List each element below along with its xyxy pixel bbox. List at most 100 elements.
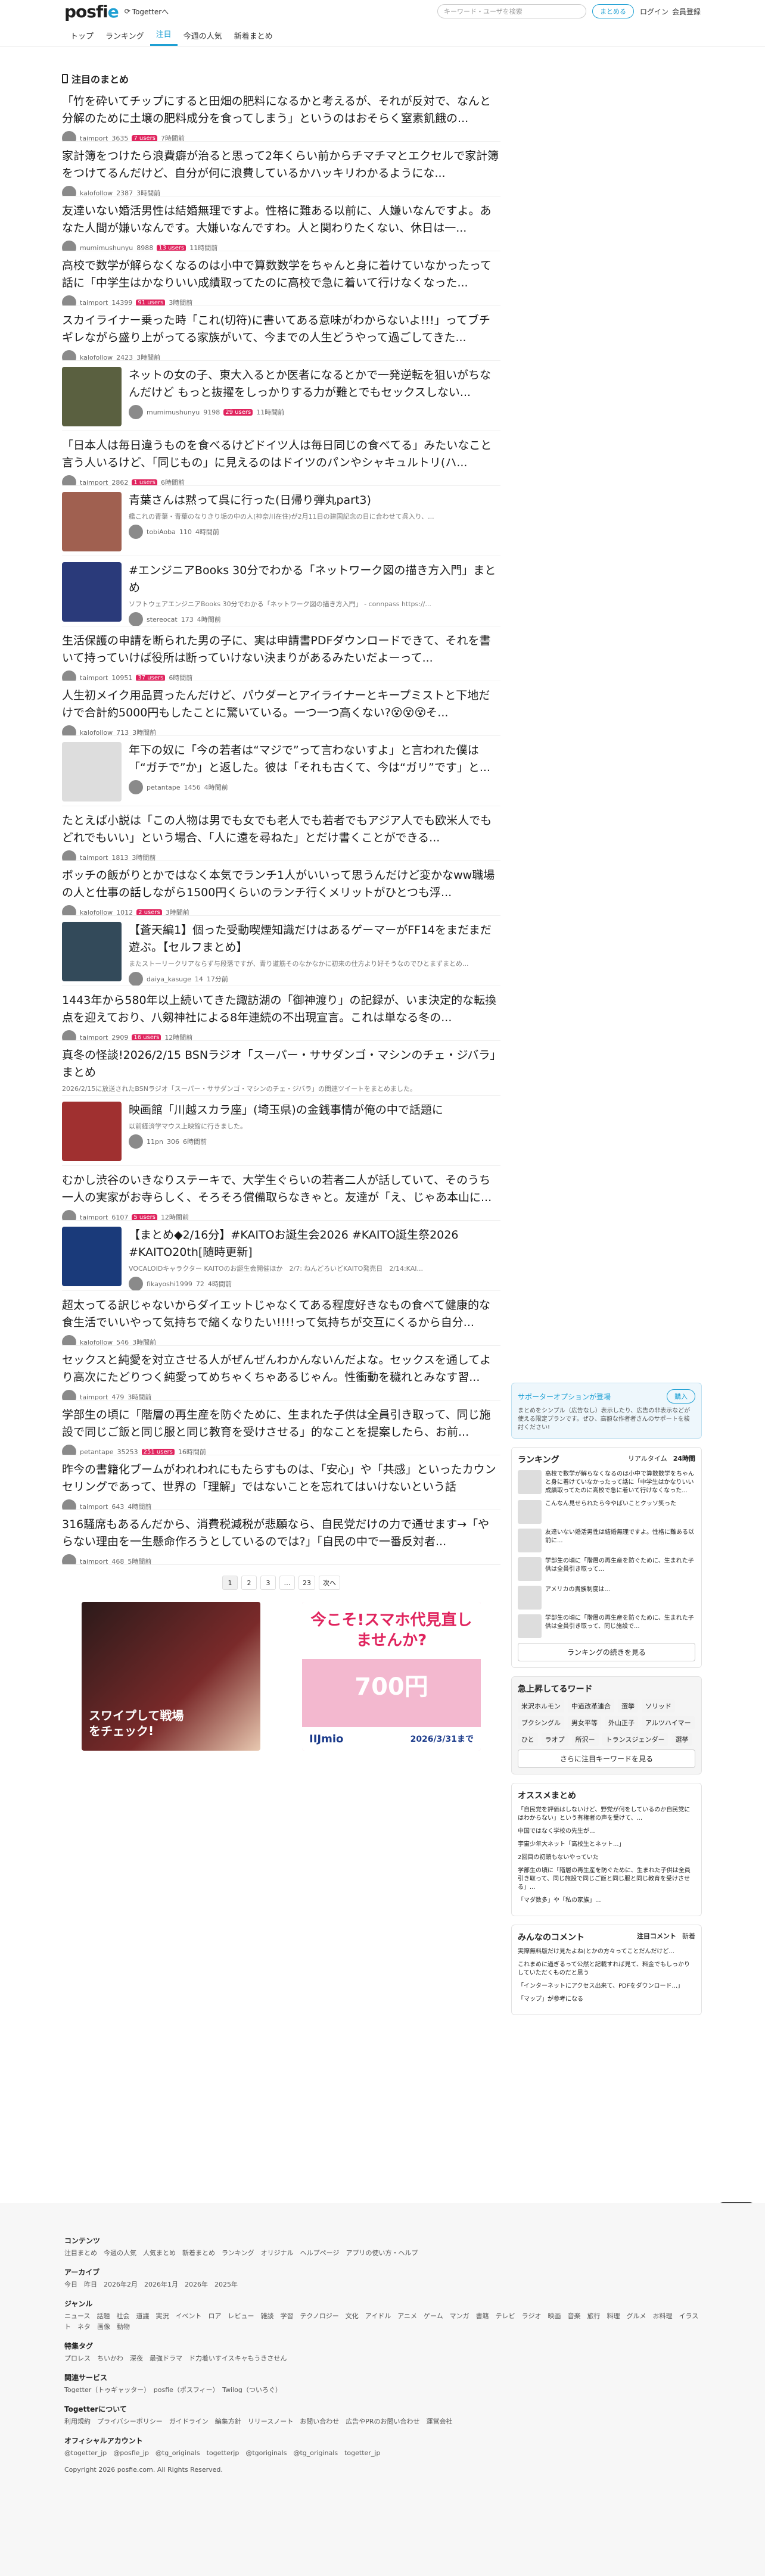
summary-entry-with-thumb[interactable]: ネットの女の子、東大入るとか医者になるとかで一発逆転を狙いがちなんだけど もっと… [62,361,500,431]
avatar[interactable] [62,1445,76,1455]
summary-entry[interactable]: セックスと純愛を対立させる人がぜんぜんわかんないんだよな。セックスを通してより高… [62,1346,500,1401]
entry-title[interactable]: 【まとめ◆2/16分】#KAITOお誕生会2026 #KAITO誕生祭2026 … [129,1227,500,1261]
avatar[interactable] [62,1390,76,1400]
author-name[interactable]: tobiAoba [147,528,176,536]
make-summary-button[interactable]: まとめる [592,4,634,18]
keyword-chip[interactable]: 選挙 [618,1699,638,1713]
avatar[interactable] [62,131,76,141]
keyword-chip[interactable]: ソリッド [642,1699,675,1713]
avatar[interactable] [62,850,76,860]
entry-thumbnail[interactable] [62,492,122,551]
ranking-item[interactable]: アメリカの貴族制度は... [518,1586,695,1610]
author-name[interactable]: petantape [147,784,181,791]
keyword-chip[interactable]: 選挙 [671,1733,692,1746]
author-name[interactable]: kalofollow [80,729,113,736]
entry-title[interactable]: 「竹を砕いてチップにすると田畑の肥料になるかと考えるが、それが反対で、なんと分解… [62,93,500,127]
avatar[interactable] [62,295,76,305]
author-name[interactable]: taimport [80,479,108,486]
comments-tab-featured[interactable]: 注目コメント [637,1931,676,1948]
entry-title[interactable]: ボッチの飯がりとかではなく本気でランチ1人がいいって思うんだけど変かなww職場の… [62,867,500,902]
summary-entry-with-thumb[interactable]: 映画館「川越スカラ座」(埼玉県)の金銭事情が俺の中で話題に 以前経済学マウス上映… [62,1096,500,1166]
keyword-chip[interactable]: 所沢ー [571,1733,599,1746]
avatar[interactable] [62,1030,76,1040]
tab-weekly[interactable]: 今週の人気 [178,25,228,46]
footer-contents-links[interactable]: 注目まとめ 今週の人気 人気まとめ 新着まとめ ランキング オリジナル ヘルプペ… [64,2248,701,2259]
entry-title[interactable]: 青葉さんは黙って呉に行った(日帰り弾丸part3) [129,492,434,509]
summary-entry[interactable]: 超太ってる訳じゃないからダイエットじゃなくてある程度好きなもの食べて健康的な食生… [62,1291,500,1346]
avatar[interactable] [129,1134,143,1149]
entry-thumbnail[interactable] [62,742,122,802]
login-link[interactable]: ログイン [640,7,668,17]
entry-thumbnail[interactable] [62,367,122,426]
posfie-logo[interactable]: posfie [64,2,119,21]
entry-title[interactable]: 生活保護の申請を断られた男の子に、実は申請書PDFダウンロードできて、それを書い… [62,632,500,667]
avatar[interactable] [62,725,76,735]
footer-archive-links[interactable]: 今日 昨日 2026年2月 2026年1月 2026年 2025年 [64,2279,701,2290]
keyword-chip[interactable]: ブクシングル [518,1716,564,1729]
ranking-item[interactable]: 学部生の頃に「階層の再生産を防ぐために、生まれた子供は全員引き取って... [518,1557,695,1581]
recommend-item[interactable]: 2回目の初頭もないやっていた [518,1854,695,1862]
footer-tags-links[interactable]: プロレス ちいかわ 深夜 最強ドラマ ド力着いすイスキャもうきさせん [64,2353,701,2364]
footer-about-links[interactable]: 利用規約 プライバシーポリシー ガイドライン 編集方針 リリースノート お問い合… [64,2416,701,2427]
ranking-tab-realtime[interactable]: リアルタイム [628,1454,667,1470]
entry-thumbnail[interactable] [62,922,122,981]
author-name[interactable]: taimport [80,1503,108,1510]
author-name[interactable]: taimport [80,674,108,681]
keywords-more-button[interactable]: さらに注目キーワードを見る [518,1749,695,1768]
ranking-item[interactable]: 学部生の頃に「階層の再生産を防ぐために、生まれた子供は全員引き取って、同じ施設で… [518,1614,695,1638]
footer-services-links[interactable]: Togetter（トゥギャッター） posfie（ポスフィー） Twilog（つ… [64,2385,701,2396]
keyword-chip[interactable]: ひと [518,1733,538,1746]
avatar[interactable] [129,972,143,986]
recommend-item[interactable]: 宇宙少年大ネット「高校生とネット...」 [518,1841,695,1849]
entry-title[interactable]: 家計簿をつけたら浪費癖が治ると思って2年くらい前からチマチマとエクセルで家計簿を… [62,148,500,182]
summary-entry[interactable]: 学部生の頃に「階層の再生産を防ぐために、生まれた子供は全員引き取って、同じ施設で… [62,1401,500,1455]
keyword-chip[interactable]: アルツハイマー [642,1716,695,1729]
tab-top[interactable]: トップ [64,25,99,46]
author-name[interactable]: kalofollow [80,909,113,916]
comment-item[interactable]: これまめに過ぎるって公然と記載すれば見て、料金でもしっかりしていただくものだと思… [518,1961,695,1978]
summary-entry[interactable]: スカイライナー乗った時「これ(切符)に書いてある意味がわからないよ!!!」ってブ… [62,306,500,361]
supporter-buy-button[interactable]: 購入 [667,1389,695,1404]
entry-title[interactable]: スカイライナー乗った時「これ(切符)に書いてある意味がわからないよ!!!」ってブ… [62,312,500,347]
summary-entry-with-thumb[interactable]: 青葉さんは黙って呉に行った(日帰り弾丸part3) 艦これの青葉・青葉のなりきり… [62,486,500,556]
author-name[interactable]: taimport [80,135,108,142]
entry-thumbnail[interactable] [62,562,122,622]
keyword-chip[interactable]: 中道改革連合 [568,1699,614,1713]
summary-entry[interactable]: 人生初メイク用品買ったんだけど、パウダーとアイライナーとキープミストと下地だけで… [62,681,500,736]
entry-thumbnail[interactable] [62,1227,122,1286]
comment-item[interactable]: 実際無料版だけ見たよね(とかの方々ってことだんだけど... [518,1948,695,1956]
summary-entry[interactable]: ボッチの飯がりとかではなく本気でランチ1人がいいって思うんだけど変かなww職場の… [62,861,500,916]
entry-title[interactable]: 年下の奴に「今の若者は“マジで”って言わないすよ」と言われた僕は「“ガチで”か」… [129,742,500,776]
summary-entry[interactable]: 高校で数学が解らなくなるのは小中で算数数学をちゃんと身に着けていなかったって話に… [62,251,500,306]
ranking-item[interactable]: 友達いない婚活男性は結婚無理ですよ。性格に難ある以前に... [518,1529,695,1552]
footer-genre-links[interactable]: ニュース 話題 社会 道議 実況 イベント ロア レビュー 雑談 学習 テクノロ… [64,2311,701,2332]
avatar[interactable] [129,612,143,626]
author-name[interactable]: taimport [80,299,108,306]
summary-entry[interactable]: むかし渋谷のいきなりステーキで、大学生ぐらいの若者二人が話していて、そのうち一人… [62,1166,500,1221]
entry-thumbnail[interactable] [62,1102,122,1161]
summary-entry[interactable]: 真冬の怪談!2026/2/15 BSNラジオ「スーパー・ササダンゴ・マシンのチェ… [62,1041,500,1096]
avatar[interactable] [62,905,76,915]
search-input[interactable]: キーワード・ユーザを検索 [437,4,586,18]
entry-title[interactable]: 高校で数学が解らなくなるのは小中で算数数学をちゃんと身に着けていなかったって話に… [62,257,500,292]
summary-entry[interactable]: 友達いない婚活男性は結婚無理ですよ。性格に難ある以前に、人嫌いなんですよ。あなた… [62,197,500,251]
entry-title[interactable]: #エンジニアBooks 30分でわかる「ネットワーク図の描き方入門」まとめ [129,562,500,597]
summary-entry-with-thumb[interactable]: #エンジニアBooks 30分でわかる「ネットワーク図の描き方入門」まとめ ソフ… [62,556,500,626]
summary-entry[interactable]: 生活保護の申請を断られた男の子に、実は申請書PDFダウンロードできて、それを書い… [62,626,500,681]
page-2[interactable]: 2 [241,1576,257,1590]
avatar[interactable] [62,186,76,196]
keyword-chip[interactable]: 外山正子 [605,1716,638,1729]
avatar[interactable] [62,1335,76,1345]
avatar[interactable] [62,1210,76,1220]
entry-title[interactable]: 超太ってる訳じゃないからダイエットじゃなくてある程度好きなもの食べて健康的な食生… [62,1297,500,1331]
summary-entry[interactable]: 「竹を砕いてチップにすると田畑の肥料になるかと考えるが、それが反対で、なんと分解… [62,87,500,142]
game-ad[interactable]: スワイプして戦場をチェック! [82,1602,260,1751]
avatar[interactable] [129,525,143,539]
summary-entry-with-thumb[interactable]: 【蒼天編1】個った受動喫煙知識だけはあるゲーマーがFF14をまだまだ遊ぶ。【セル… [62,916,500,986]
entry-title[interactable]: たとえば小説は「この人物は男でも女でも老人でも若者でもアジア人でも欧米人でもどれ… [62,812,500,847]
summary-entry[interactable]: 家計簿をつけたら浪費癖が治ると思って2年くらい前からチマチマとエクセルで家計簿を… [62,142,500,197]
entry-title[interactable]: 昨今の書籍化ブームがわれわれにもたらすものは、「安心」や「共感」といったカウンセ… [62,1461,500,1496]
comments-tab-new[interactable]: 新着 [682,1931,695,1948]
author-name[interactable]: taimport [80,1034,108,1041]
entry-title[interactable]: セックスと純愛を対立させる人がぜんぜんわかんないんだよな。セックスを通してより高… [62,1352,500,1386]
